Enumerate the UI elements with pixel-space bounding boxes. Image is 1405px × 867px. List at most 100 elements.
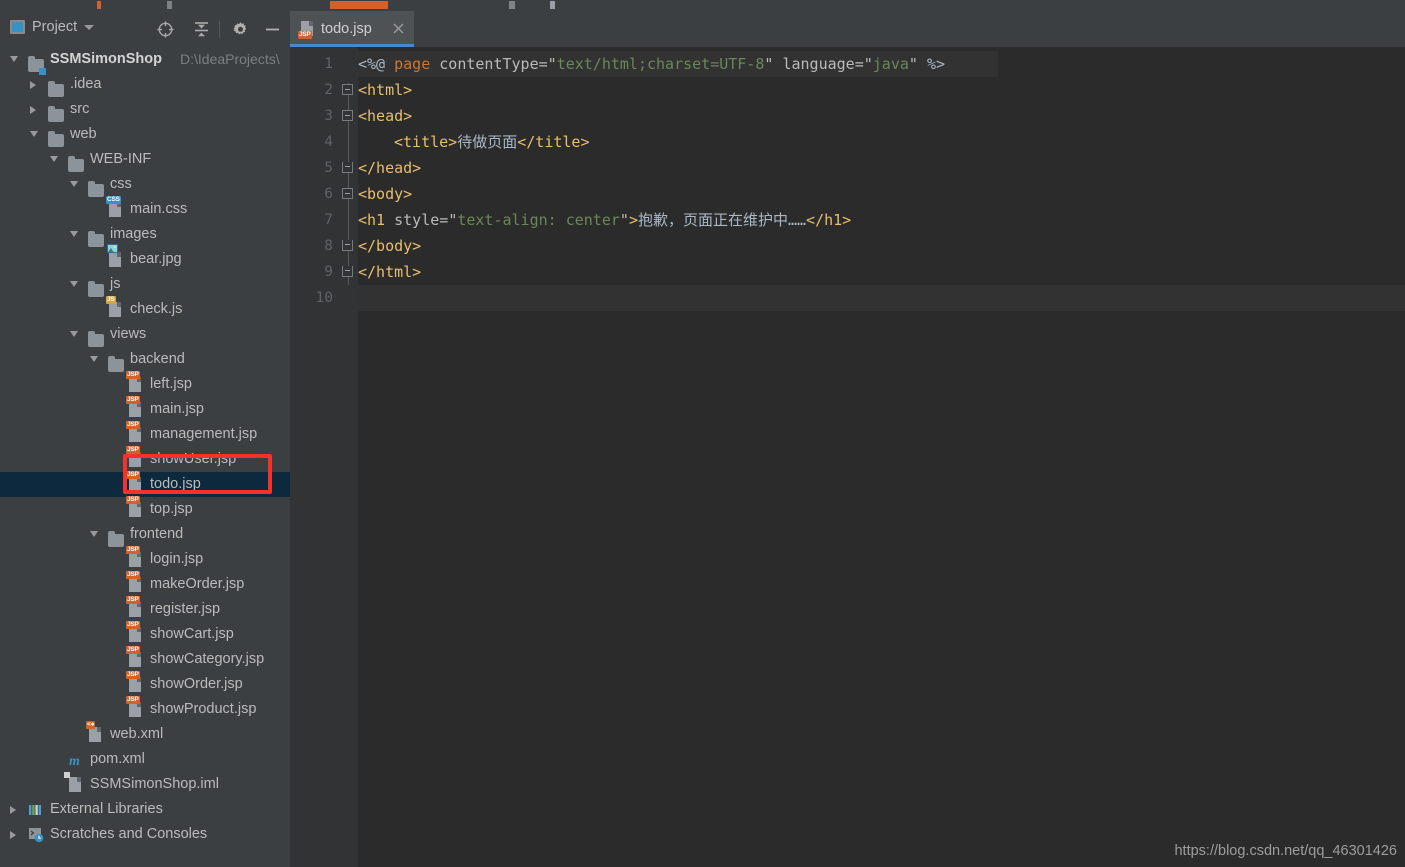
- editor-tab-todo-jsp[interactable]: JSP todo.jsp: [290, 11, 414, 47]
- tree-item-ssmsimonshop-iml[interactable]: SSMSimonShop.iml: [0, 772, 290, 797]
- tree-item-register-jsp[interactable]: JSP register.jsp: [0, 596, 290, 622]
- tree-item-css[interactable]: css: [0, 172, 290, 197]
- fold-expand-icon[interactable]: [342, 188, 353, 199]
- file-type-tag: JSP: [126, 596, 140, 604]
- tree-item-web-inf[interactable]: WEB-INF: [0, 147, 290, 172]
- code-token: 待做页面: [457, 133, 518, 151]
- tree-item-showcart-jsp[interactable]: JSP showCart.jsp: [0, 621, 290, 647]
- tree-item-label: management.jsp: [150, 426, 258, 442]
- tree-item-views[interactable]: views: [0, 322, 290, 347]
- code-line[interactable]: <html>: [358, 77, 412, 103]
- chevron-down-icon[interactable]: [70, 181, 78, 187]
- chevron-right-icon[interactable]: [30, 81, 36, 89]
- chevron-down-icon[interactable]: [90, 356, 98, 362]
- css-file-icon: CSS: [106, 196, 124, 218]
- tree-item-top-jsp[interactable]: JSP top.jsp: [0, 496, 290, 522]
- project-tree[interactable]: SSMSimonShop D:\IdeaProjects\ .idea src web W…: [0, 47, 290, 867]
- tree-item-makeorder-jsp[interactable]: JSP makeOrder.jsp: [0, 571, 290, 597]
- code-line[interactable]: </html>: [358, 259, 421, 285]
- code-folding-bar[interactable]: [340, 47, 358, 867]
- tree-item-label: views: [110, 326, 147, 342]
- code-content[interactable]: <%@ page contentType="text/html;charset=…: [358, 47, 1405, 867]
- chevron-right-icon[interactable]: [10, 831, 16, 839]
- locate-icon[interactable]: [156, 20, 175, 39]
- file-type-tag: JSP: [126, 471, 140, 479]
- code-line[interactable]: <body>: [358, 181, 412, 207]
- tree-item-images[interactable]: images: [0, 222, 290, 247]
- code-line[interactable]: <h1 style="text-align: center">抱歉，页面正在维护…: [358, 207, 851, 233]
- fold-end-icon[interactable]: [342, 266, 353, 277]
- chevron-down-icon[interactable]: [70, 331, 78, 337]
- code-line[interactable]: </head>: [358, 155, 421, 181]
- tree-item-web-xml[interactable]: <● web.xml: [0, 721, 290, 747]
- project-tool-window: Project SSMSimonShop D:\IdeaProjects\ .i…: [0, 11, 290, 867]
- tree-item-external-libraries[interactable]: External Libraries: [0, 797, 290, 822]
- code-line[interactable]: </body>: [358, 233, 421, 259]
- chevron-right-icon[interactable]: [30, 106, 36, 114]
- tree-item-frontend[interactable]: frontend: [0, 522, 290, 547]
- code-token: <h1: [358, 211, 386, 229]
- tree-item-js[interactable]: js: [0, 272, 290, 297]
- chevron-down-icon[interactable]: [30, 131, 38, 137]
- chevron-down-icon[interactable]: [50, 156, 58, 162]
- file-type-tag: JSP: [126, 646, 140, 654]
- tree-item-bear-jpg[interactable]: bear.jpg: [0, 244, 290, 272]
- tree-item-main-jsp[interactable]: JSP main.jsp: [0, 396, 290, 422]
- code-token: </html>: [358, 263, 422, 281]
- editor-tab-bar: JSP todo.jsp: [290, 11, 1405, 47]
- libraries-icon: [28, 802, 44, 818]
- code-token: ": [448, 211, 458, 229]
- tree-item-scratches-and-consoles[interactable]: Scratches and Consoles: [0, 822, 290, 847]
- tree-item-src[interactable]: src: [0, 97, 290, 122]
- tree-item-showorder-jsp[interactable]: JSP showOrder.jsp: [0, 671, 290, 697]
- code-line[interactable]: <%@ page contentType="text/html;charset=…: [358, 51, 945, 77]
- tree-item-check-js[interactable]: JS check.js: [0, 296, 290, 322]
- fold-expand-icon[interactable]: [342, 110, 353, 121]
- code-token: text-align: center: [457, 211, 620, 229]
- code-line[interactable]: <title>待做页面</title>: [394, 129, 589, 155]
- chevron-down-icon[interactable]: [90, 531, 98, 537]
- fold-end-icon[interactable]: [342, 162, 353, 173]
- tree-item-ssmsimonshop[interactable]: SSMSimonShop D:\IdeaProjects\: [0, 47, 290, 75]
- project-panel-header[interactable]: Project: [10, 19, 95, 35]
- tree-item-web[interactable]: web: [0, 122, 290, 147]
- tab-fragment-chip: [97, 1, 101, 9]
- chevron-down-icon[interactable]: [70, 231, 78, 237]
- tree-item-backend[interactable]: backend: [0, 347, 290, 372]
- chevron-down-icon[interactable]: [10, 56, 18, 62]
- close-icon[interactable]: [392, 22, 405, 35]
- tree-item-label: backend: [130, 351, 185, 367]
- code-token: <head>: [358, 107, 413, 125]
- code-token: </body>: [358, 237, 422, 255]
- code-line[interactable]: <head>: [358, 103, 412, 129]
- tree-item-login-jsp[interactable]: JSP login.jsp: [0, 546, 290, 572]
- file-type-tag: JSP: [126, 571, 140, 579]
- tree-item-showcategory-jsp[interactable]: JSP showCategory.jsp: [0, 646, 290, 672]
- tree-item-label: bear.jpg: [130, 251, 182, 267]
- tree-item-label: css: [110, 176, 132, 192]
- minimize-icon[interactable]: [263, 20, 282, 39]
- chevron-down-icon[interactable]: [84, 24, 95, 30]
- tree-item-showproduct-jsp[interactable]: JSP showProduct.jsp: [0, 696, 290, 722]
- tree-item-todo-jsp[interactable]: JSP todo.jsp: [0, 471, 290, 497]
- code-token: <html>: [358, 81, 413, 99]
- tree-item-management-jsp[interactable]: JSP management.jsp: [0, 421, 290, 447]
- maven-file-icon: m: [68, 752, 84, 769]
- tree-item--idea[interactable]: .idea: [0, 72, 290, 97]
- collapse-all-icon[interactable]: [192, 20, 211, 39]
- tree-item-label: web.xml: [110, 726, 164, 742]
- chevron-right-icon[interactable]: [10, 806, 16, 814]
- fold-end-icon[interactable]: [342, 240, 353, 251]
- tree-item-left-jsp[interactable]: JSP left.jsp: [0, 371, 290, 397]
- gear-icon[interactable]: [231, 20, 250, 39]
- fold-expand-icon[interactable]: [342, 84, 353, 95]
- tree-item-showuser-jsp[interactable]: JSP showUser.jsp: [0, 446, 290, 472]
- code-editor[interactable]: 1 2 3 4 5 6 7 8 9 10 <%@ page contentType="text/h…: [290, 47, 1405, 867]
- line-number-gutter: 1 2 3 4 5 6 7 8 9 10: [290, 47, 340, 867]
- tree-item-pom-xml[interactable]: m pom.xml: [0, 747, 290, 772]
- tree-item-main-css[interactable]: CSS main.css: [0, 196, 290, 222]
- chevron-down-icon[interactable]: [70, 281, 78, 287]
- folder-icon: [88, 177, 104, 197]
- file-type-tag: <●: [86, 721, 96, 729]
- tree-item-label: WEB-INF: [90, 151, 152, 167]
